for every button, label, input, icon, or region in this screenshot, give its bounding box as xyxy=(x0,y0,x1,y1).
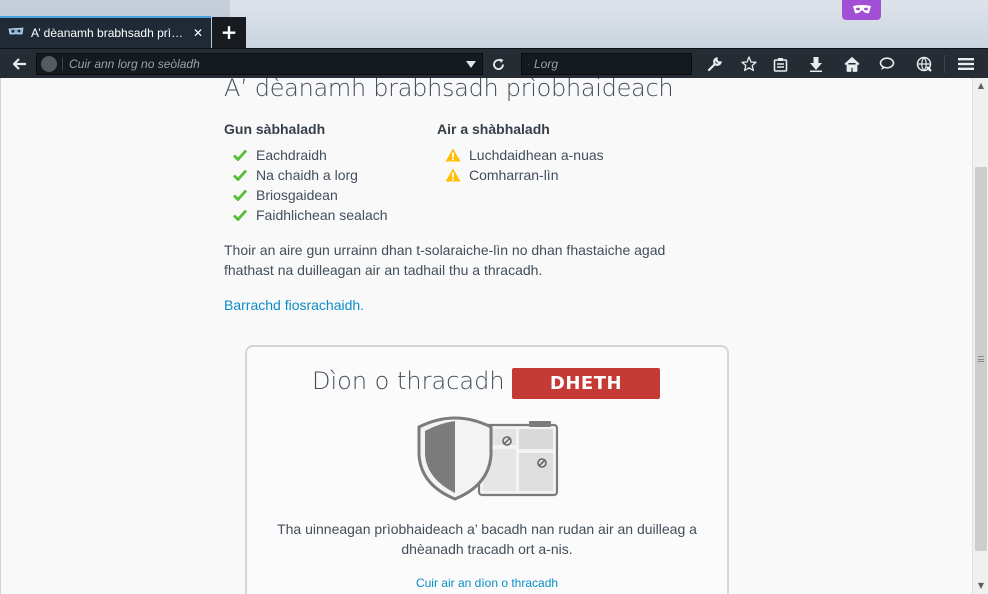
scrollbar-thumb[interactable] xyxy=(975,167,987,551)
download-arrow-icon xyxy=(810,56,822,72)
list-item-label: Eachdraidh xyxy=(256,147,327,163)
url-history-dropdown-icon[interactable] xyxy=(460,60,482,68)
list-item: Na chaidh a lorg xyxy=(224,165,388,185)
home-icon xyxy=(844,56,860,72)
learn-more-link[interactable]: Barrachd fiosrachaidh. xyxy=(224,297,364,313)
globe-wrench-icon xyxy=(916,56,932,72)
back-arrow-icon xyxy=(13,58,26,70)
enable-tracking-protection-link[interactable]: Cuir air an dìon o thracadh xyxy=(247,576,727,590)
list-item-label: Na chaidh a lorg xyxy=(256,167,358,183)
speech-bubble-icon xyxy=(879,57,895,70)
tab-close-icon[interactable]: ✕ xyxy=(193,26,203,40)
search-input[interactable] xyxy=(534,57,691,71)
navigation-toolbar xyxy=(0,48,988,78)
list-item-label: Comharran-lìn xyxy=(469,167,559,183)
tracking-protection-title: Dìon o thracadh xyxy=(312,367,505,395)
vertical-scrollbar[interactable]: ▲ ▼ xyxy=(972,78,988,594)
warning-icon xyxy=(445,147,461,163)
saved-title: Air a shàbhaladh xyxy=(437,121,550,137)
url-input[interactable] xyxy=(69,57,460,71)
downloads-button[interactable] xyxy=(803,49,829,79)
tracking-protection-header: Dìon o thracadh DHETH xyxy=(247,367,727,401)
not-saved-column: Gun sàbhaladh Eachdraidh Na chaidh a lor… xyxy=(224,121,388,225)
not-saved-title: Gun sàbhaladh xyxy=(224,121,326,137)
page-heading: A’ dèanamh brabhsadh prìobhaideach xyxy=(224,78,674,102)
list-item: Briosgaidean xyxy=(224,185,388,205)
open-menu-button[interactable] xyxy=(953,49,979,79)
clipboard-icon xyxy=(773,57,787,72)
list-item-label: Luchdaidhean a-nuas xyxy=(469,147,604,163)
hamburger-menu-icon xyxy=(958,58,974,70)
reload-icon xyxy=(492,58,504,70)
chat-button[interactable] xyxy=(874,49,900,79)
tracking-notice: Thoir an aire gun urrainn dhan t-solarai… xyxy=(224,242,666,278)
new-tab-button[interactable]: + xyxy=(212,17,246,48)
shield-tracking-illustration-icon xyxy=(417,416,559,501)
tracking-protection-card: Dìon o thracadh DHETH Tha uinneagan prìo… xyxy=(245,345,729,594)
scrollbar-grip xyxy=(978,356,984,362)
warning-icon xyxy=(445,167,461,183)
checkmark-icon xyxy=(232,187,248,203)
url-bar[interactable] xyxy=(36,53,483,75)
search-icon xyxy=(528,63,529,65)
private-mask-icon xyxy=(8,27,24,39)
tab-title: A’ dèanamh brabhsadh prìobhaideach xyxy=(31,26,187,40)
back-button[interactable] xyxy=(6,49,34,79)
developer-tools-button[interactable] xyxy=(701,49,727,79)
list-item: Eachdraidh xyxy=(224,145,388,165)
list-item-label: Briosgaidean xyxy=(256,187,338,203)
list-item: Luchdaidhean a-nuas xyxy=(437,145,604,165)
private-browsing-indicator-icon xyxy=(842,0,881,20)
checkmark-icon xyxy=(232,207,248,223)
star-icon xyxy=(741,56,757,72)
scroll-up-icon[interactable]: ▲ xyxy=(973,78,988,94)
tab-private-browsing[interactable]: A’ dèanamh brabhsadh prìobhaideach ✕ xyxy=(0,16,211,48)
tracking-protection-toggle[interactable]: DHETH xyxy=(512,368,660,399)
reload-button[interactable] xyxy=(485,49,511,79)
bookmark-star-button[interactable] xyxy=(736,49,762,79)
list-item: Comharran-lìn xyxy=(437,165,604,185)
wrench-icon xyxy=(707,56,722,71)
developer-globe-button[interactable] xyxy=(911,49,937,79)
tracking-protection-description: Tha uinneagan prìobhaideach a’ bacadh na… xyxy=(277,521,697,557)
identity-globe-icon[interactable] xyxy=(41,56,57,72)
search-bar[interactable] xyxy=(521,53,692,75)
checkmark-icon xyxy=(232,147,248,163)
tab-strip: A’ dèanamh brabhsadh prìobhaideach ✕ + xyxy=(0,0,988,48)
scroll-down-icon[interactable]: ▼ xyxy=(973,578,988,594)
url-bar-separator xyxy=(62,57,63,71)
saved-column: Air a shàbhaladh Luchdaidhean a-nuas Com… xyxy=(437,121,604,185)
page-content: A’ dèanamh brabhsadh prìobhaideach Gun s… xyxy=(0,78,972,594)
list-item: Faidhlichean sealach xyxy=(224,205,388,225)
list-item-label: Faidhlichean sealach xyxy=(256,207,388,223)
bookmarks-menu-button[interactable] xyxy=(767,49,793,79)
checkmark-icon xyxy=(232,167,248,183)
toolbar-separator xyxy=(944,55,945,73)
home-button[interactable] xyxy=(839,49,865,79)
